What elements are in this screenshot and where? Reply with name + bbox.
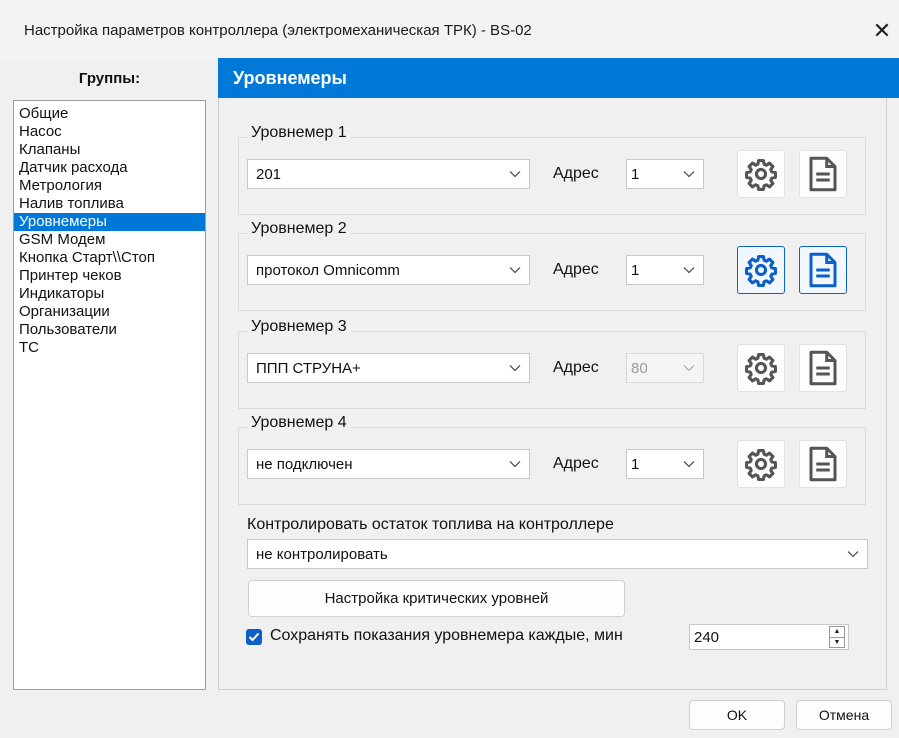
gauge-protocol-select[interactable]: протокол Omnicomm [247,255,530,285]
gauge-label: Уровнемер 2 [247,220,351,238]
groups-list[interactable]: Общие Насос Клапаны Датчик расхода Метрологи… [13,100,206,690]
gauge-protocol-select[interactable]: 201 [247,159,530,189]
save-interval-label: Сохранять показания уровнемера каждые, м… [270,627,623,644]
address-value: 1 [631,261,640,279]
address-select: 80 [626,353,704,383]
gauge-document-button[interactable] [799,150,847,198]
gauge-settings-button[interactable] [737,344,785,392]
gauge-protocol-value: 201 [256,165,282,183]
address-value: 80 [631,359,648,377]
chevron-down-icon [501,450,529,478]
gauge-document-button[interactable] [799,246,847,294]
gauge-settings-button[interactable] [737,440,785,488]
gauge-protocol-value: не подключен [256,455,353,473]
address-label: Адрес [553,359,599,376]
group-item[interactable]: Насос [14,123,205,141]
chevron-down-icon [675,450,703,478]
settings-dialog: Настройка параметров контроллера (электр… [0,0,899,738]
group-item[interactable]: ТС [14,339,205,357]
section-title: Уровнемеры [218,58,899,98]
spin-down-icon[interactable]: ▼ [830,638,844,648]
save-interval-checkbox[interactable] [246,629,262,645]
chevron-down-icon [501,256,529,284]
gauge-protocol-select[interactable]: не подключен [247,449,530,479]
address-select[interactable]: 1 [626,449,704,479]
save-interval-value[interactable]: 240 [690,629,829,646]
group-item[interactable]: Клапаны [14,141,205,159]
address-value: 1 [631,455,640,473]
gauge-protocol-value: протокол Omnicomm [256,261,400,279]
gauge-label: Уровнемер 3 [247,318,351,336]
fuel-control-label: Контролировать остаток топлива на контро… [247,516,614,533]
critical-levels-button[interactable]: Настройка критических уровней [248,580,625,617]
close-button[interactable]: ✕ [865,14,899,48]
group-item[interactable]: Налив топлива [14,195,205,213]
cancel-button[interactable]: Отмена [796,700,892,730]
document-icon [808,350,838,386]
chevron-down-icon [675,256,703,284]
document-icon [808,156,838,192]
gear-icon [744,157,778,191]
chevron-down-icon [501,160,529,188]
chevron-down-icon [839,540,867,568]
group-item[interactable]: Принтер чеков [14,267,205,285]
gear-icon [744,253,778,287]
address-label: Адрес [553,455,599,472]
close-icon: ✕ [872,18,892,43]
group-item[interactable]: Датчик расхода [14,159,205,177]
groups-header: Группы: [78,69,141,87]
gauge-document-button[interactable] [799,440,847,488]
address-select[interactable]: 1 [626,255,704,285]
gear-icon [744,351,778,385]
group-item[interactable]: Индикаторы [14,285,205,303]
group-item[interactable]: Организации [14,303,205,321]
fuel-control-value: не контролировать [256,545,388,563]
address-select[interactable]: 1 [626,159,704,189]
gauge-settings-button[interactable] [737,246,785,294]
gauge-label: Уровнемер 1 [247,124,351,142]
document-icon [808,446,838,482]
document-icon [808,252,838,288]
address-label: Адрес [553,165,599,182]
spin-buttons[interactable]: ▲ ▼ [829,626,845,648]
group-item[interactable]: Пользователи [14,321,205,339]
group-item[interactable]: Общие [14,105,205,123]
chevron-down-icon [675,160,703,188]
ok-button[interactable]: OK [689,700,785,730]
group-item[interactable]: Кнопка Старт\\Стоп [14,249,205,267]
save-interval-input[interactable]: 240 ▲ ▼ [689,624,849,650]
group-item[interactable]: GSM Модем [14,231,205,249]
chevron-down-icon [501,354,529,382]
group-item[interactable]: Метрология [14,177,205,195]
fuel-control-select[interactable]: не контролировать [247,539,868,569]
gauge-label: Уровнемер 4 [247,414,351,432]
group-item[interactable]: Уровнемеры [14,213,205,231]
chevron-down-icon [675,354,703,382]
title-bar: Настройка параметров контроллера (электр… [0,0,899,60]
address-label: Адрес [553,261,599,278]
gauge-document-button[interactable] [799,344,847,392]
window-title: Настройка параметров контроллера (электр… [24,22,532,39]
checkmark-icon [248,632,260,642]
gauge-settings-button[interactable] [737,150,785,198]
gauge-protocol-select[interactable]: ППП СТРУНА+ [247,353,530,383]
gauge-protocol-value: ППП СТРУНА+ [256,359,361,377]
address-value: 1 [631,165,640,183]
spin-up-icon[interactable]: ▲ [830,627,844,638]
gear-icon [744,447,778,481]
